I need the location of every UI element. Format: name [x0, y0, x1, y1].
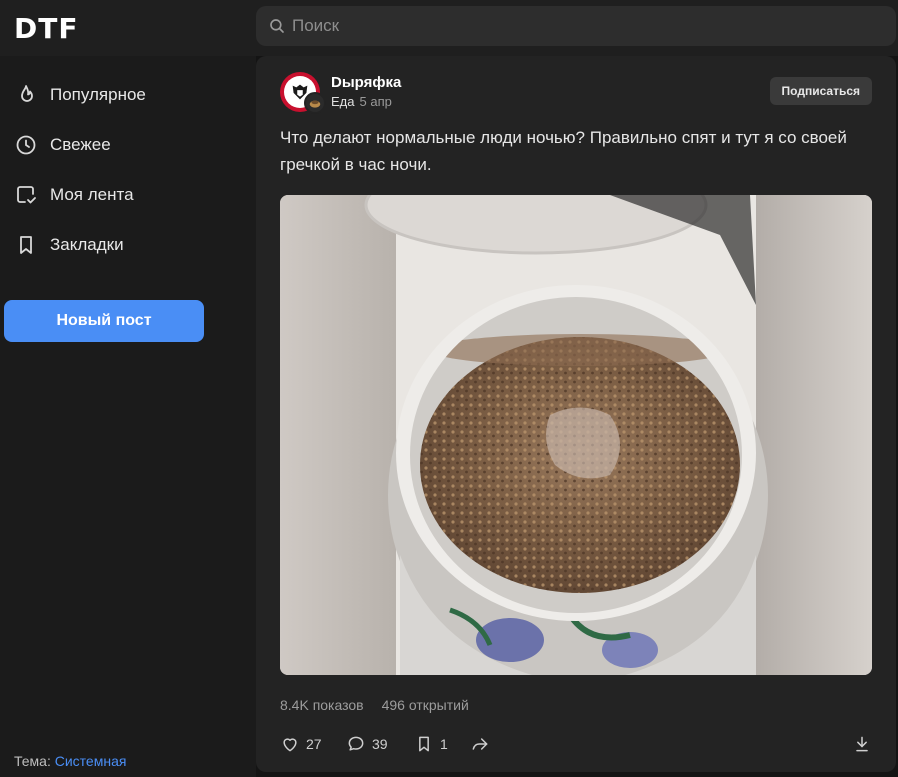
sidebar-item-fresh[interactable]: Свежее: [14, 127, 244, 163]
theme-value-link[interactable]: Системная: [55, 753, 127, 769]
flame-icon: [21, 85, 33, 102]
views-count: 8.4K показов: [280, 697, 364, 713]
post-stats: 8.4K показов 496 открытий: [280, 697, 469, 713]
share-button[interactable]: [470, 734, 490, 754]
likes-count: 27: [306, 736, 322, 752]
bookmark-icon: [20, 236, 32, 254]
post-text: Что делают нормальные люди ночью? Правил…: [280, 128, 847, 174]
sidebar-item-label: Моя лента: [50, 185, 134, 204]
download-arrow-icon: [856, 736, 868, 752]
post-meta: Еда 5 апр: [331, 94, 392, 109]
sidebar-item-my-feed[interactable]: Моя лента: [14, 177, 244, 213]
feed-icon: [17, 186, 36, 204]
post-date[interactable]: 5 апр: [360, 94, 392, 109]
search-icon: [270, 19, 284, 33]
post-card: Dыряфка Еда 5 апр Подписаться Что делают …: [256, 56, 896, 772]
share-arrow-icon: [472, 738, 488, 750]
sidebar-item-label: Закладки: [50, 235, 124, 254]
bookmarks-count: 1: [440, 736, 448, 752]
search-input[interactable]: Поиск: [256, 6, 896, 46]
comment-icon: [348, 736, 364, 751]
bookmark-button[interactable]: 1: [414, 734, 448, 754]
category-badge-icon: [304, 92, 326, 114]
buckwheat-pot-image: [280, 195, 872, 675]
author-name[interactable]: Dыряфка: [331, 74, 401, 91]
sidebar-item-label: Популярное: [50, 85, 146, 104]
post-category[interactable]: Еда: [331, 94, 355, 109]
theme-label: Тема:: [14, 753, 51, 769]
opens-count: 496 открытий: [381, 697, 469, 713]
subscribe-button[interactable]: Подписаться: [769, 77, 872, 105]
save-to-device-button[interactable]: [852, 734, 872, 754]
post-actions: 27 39 1: [280, 734, 872, 758]
like-button[interactable]: 27: [280, 734, 322, 754]
theme-switcher: Тема: Системная: [14, 753, 126, 769]
comments-button[interactable]: 39: [346, 734, 388, 754]
new-post-button[interactable]: Новый пост: [4, 300, 204, 342]
sidebar-item-bookmarks[interactable]: Закладки: [14, 227, 244, 263]
post-image[interactable]: [280, 195, 872, 675]
comments-count: 39: [372, 736, 388, 752]
top-bar: DTF Поиск: [0, 0, 898, 56]
sidebar-item-popular[interactable]: Популярное: [14, 77, 244, 113]
heart-icon: [283, 738, 297, 752]
dtf-logo[interactable]: DTF: [14, 12, 78, 45]
sidebar-item-label: Свежее: [50, 135, 111, 154]
sidebar: Популярное Свежее Моя лента Закладки Нов…: [0, 56, 256, 777]
bookmark-icon: [419, 736, 429, 752]
search-placeholder: Поиск: [292, 16, 340, 35]
clock-icon: [16, 135, 36, 155]
